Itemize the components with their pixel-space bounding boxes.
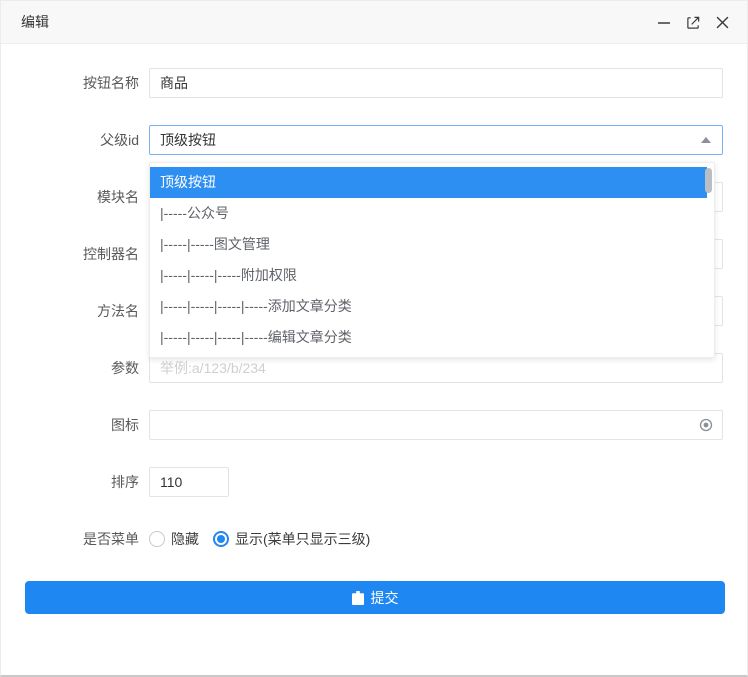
submit-label: 提交 <box>371 588 399 608</box>
submit-button[interactable]: 提交 <box>25 581 725 614</box>
sort-input[interactable] <box>149 467 229 497</box>
parent-id-dropdown: 顶级按钮 |-----公众号 |-----|-----图文管理 |-----|-… <box>149 162 715 358</box>
dropdown-option[interactable]: |-----|-----|-----|-----添加文章分类 <box>150 291 707 322</box>
icon-field-wrap <box>149 410 723 440</box>
parent-id-label: 父级id <box>1 125 139 155</box>
close-icon[interactable] <box>713 13 731 31</box>
parent-id-selected-value: 顶级按钮 <box>160 126 216 154</box>
radio-show-label[interactable]: 显示(菜单只显示三级) <box>235 529 370 549</box>
radio-hide-label[interactable]: 隐藏 <box>171 529 199 549</box>
window-controls <box>655 1 731 43</box>
dropdown-option[interactable]: |-----|-----|-----附加权限 <box>150 260 707 291</box>
icon-field-label: 图标 <box>1 410 139 440</box>
controller-name-label: 控制器名 <box>1 239 139 269</box>
dialog-title: 编辑 <box>21 1 49 43</box>
radio-show[interactable] <box>213 531 229 547</box>
dropdown-option[interactable]: |-----公众号 <box>150 198 707 229</box>
radio-hide[interactable] <box>149 531 165 547</box>
icon-picker-target-icon[interactable] <box>698 417 714 433</box>
module-name-label: 模块名 <box>1 182 139 212</box>
minimize-icon[interactable] <box>655 13 673 31</box>
dropdown-option[interactable]: |-----|-----|-----|-----编辑文章分类 <box>150 322 707 353</box>
button-name-input[interactable] <box>149 68 723 98</box>
method-name-label: 方法名 <box>1 296 139 326</box>
maximize-icon[interactable] <box>684 13 702 31</box>
chevron-up-icon <box>701 137 711 143</box>
is-menu-radio-group: 隐藏 显示(菜单只显示三级) <box>149 529 384 549</box>
params-label: 参数 <box>1 353 139 383</box>
dropdown-option[interactable]: |-----|-----图文管理 <box>150 229 707 260</box>
dialog-titlebar: 编辑 <box>1 1 747 44</box>
edit-dialog: 编辑 按钮名称 父级id 顶级按钮 <box>0 0 748 677</box>
dropdown-scrollbar[interactable] <box>705 168 712 193</box>
sort-label: 排序 <box>1 467 139 497</box>
is-menu-label: 是否菜单 <box>1 524 139 554</box>
button-name-label: 按钮名称 <box>1 68 139 98</box>
parent-id-select[interactable]: 顶级按钮 <box>149 125 723 155</box>
icon-input[interactable] <box>149 410 723 440</box>
dropdown-option[interactable]: 顶级按钮 <box>150 167 707 198</box>
clipboard-icon <box>352 591 364 605</box>
